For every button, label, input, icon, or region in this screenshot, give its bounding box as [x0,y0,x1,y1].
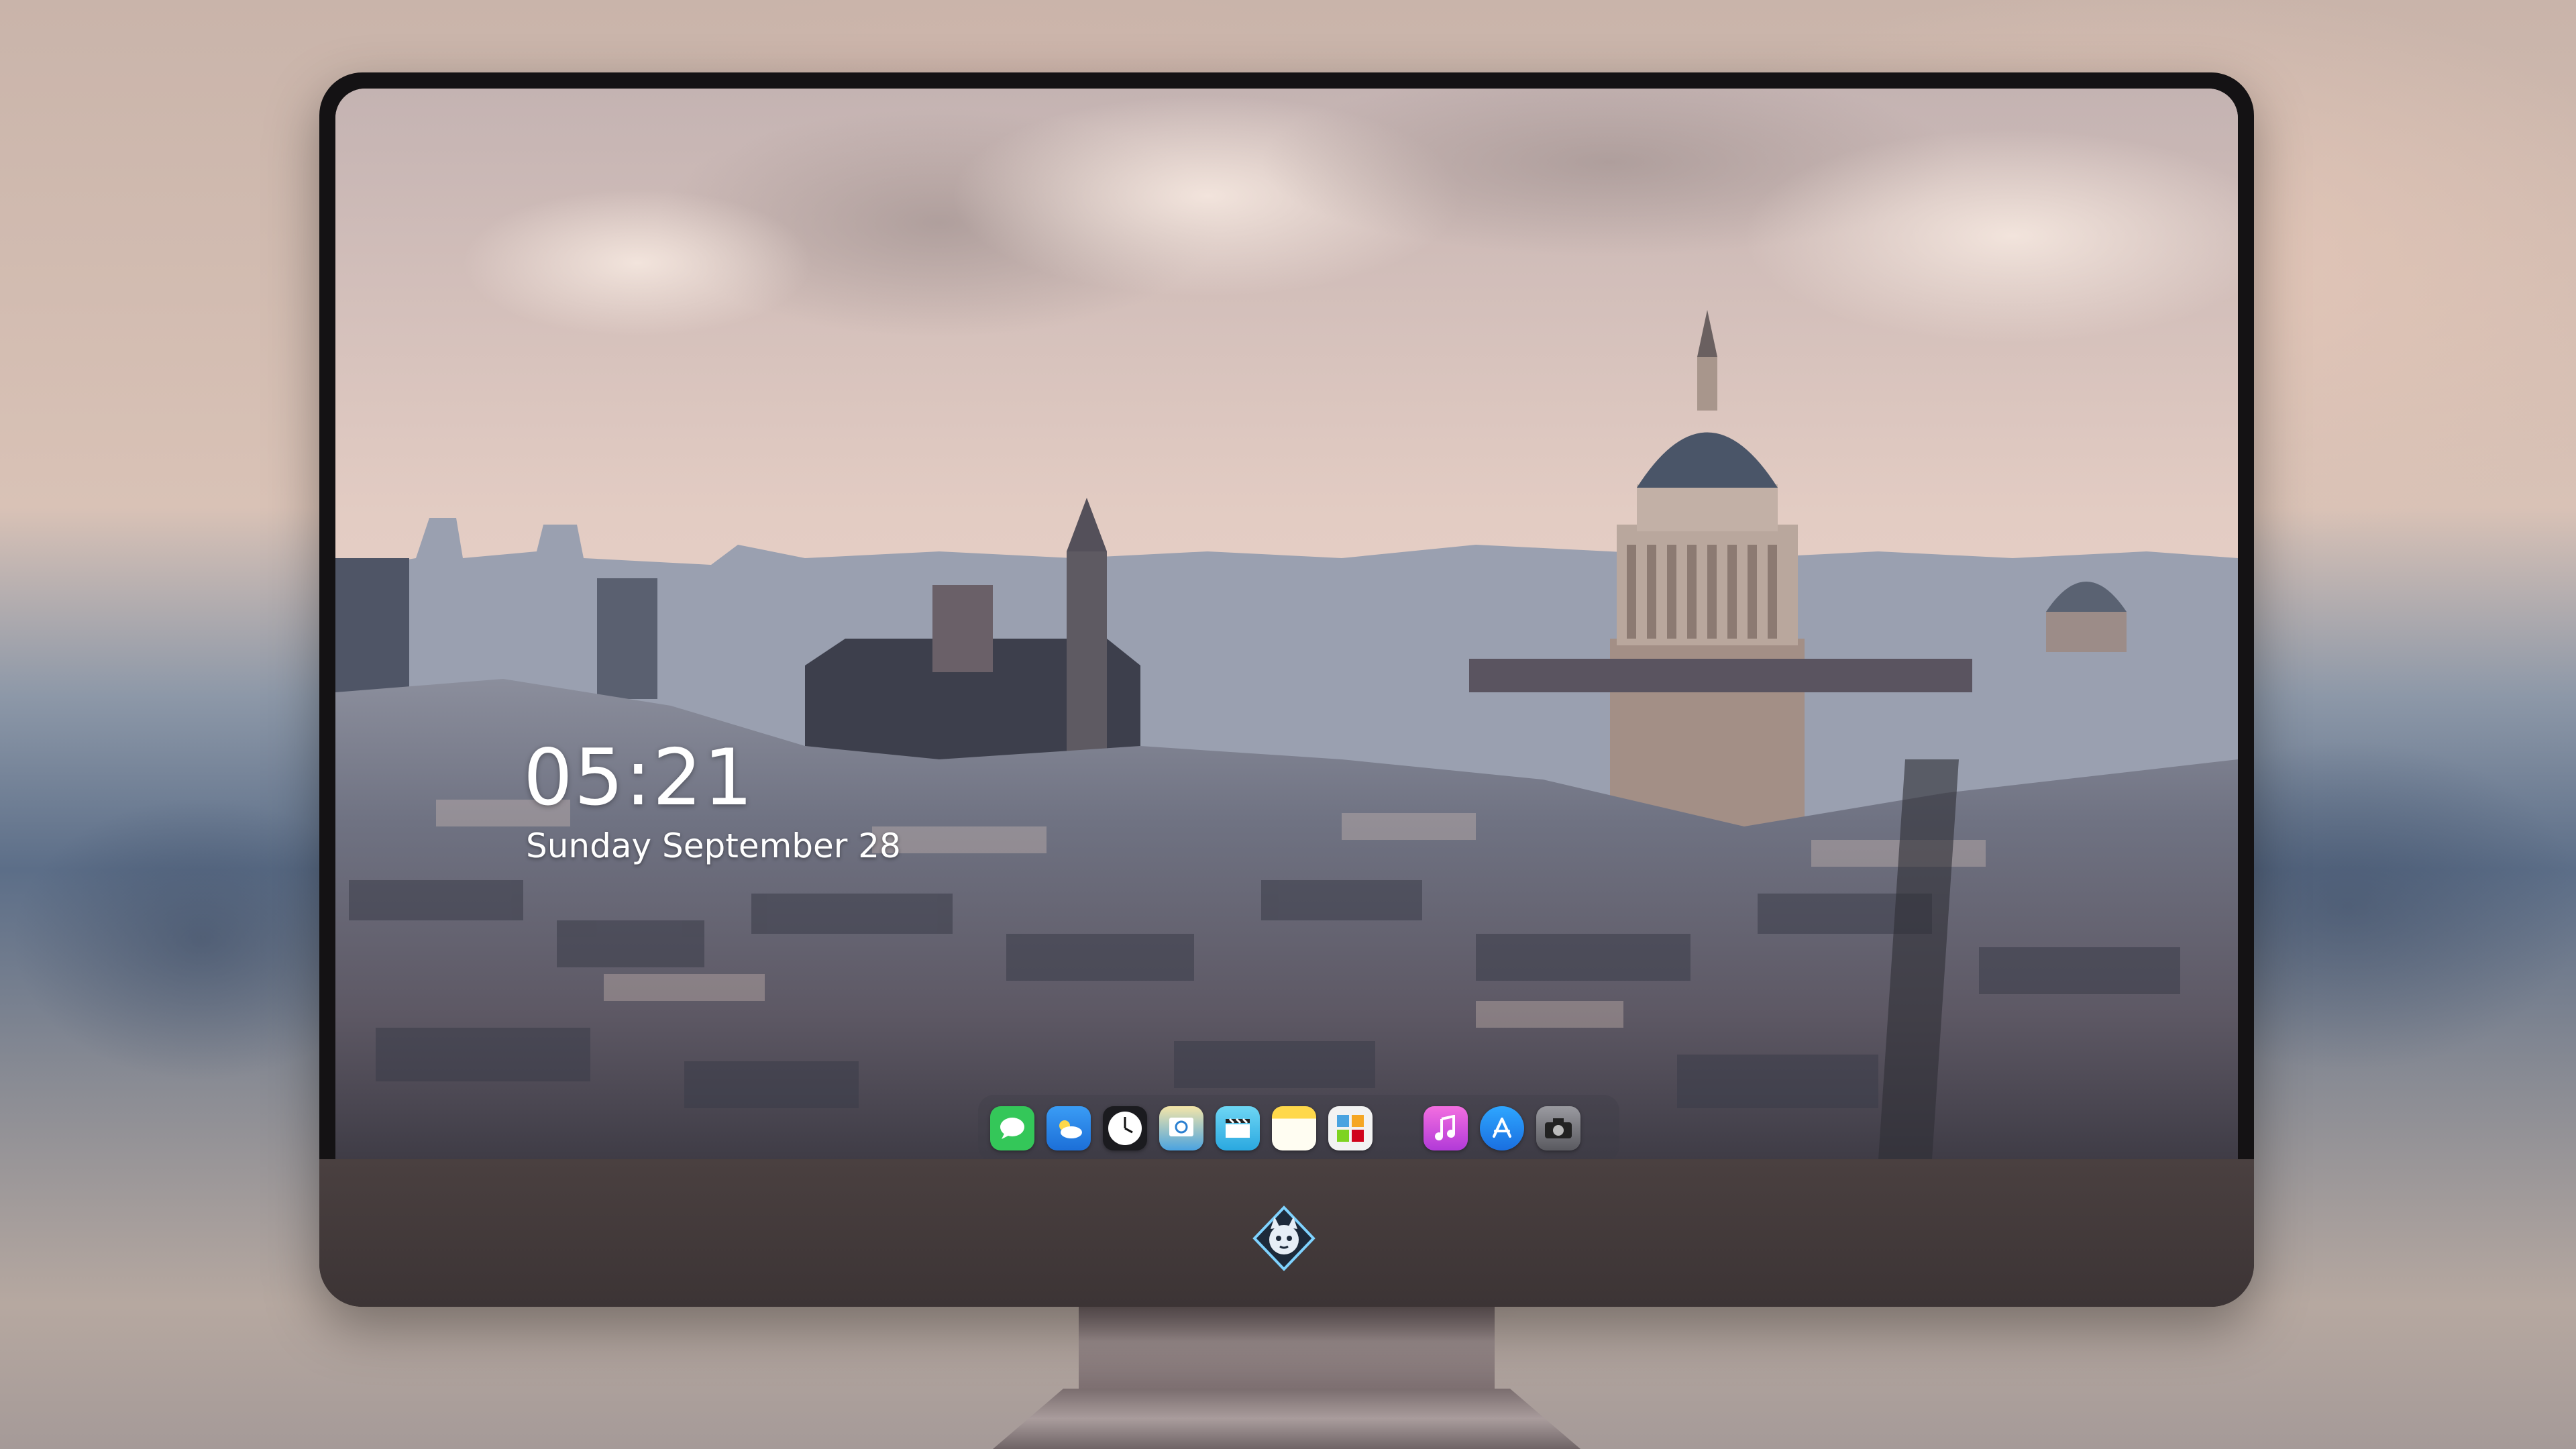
app-store-icon[interactable] [1480,1106,1524,1150]
preview-icon[interactable] [1159,1106,1203,1150]
weather-icon[interactable] [1046,1106,1091,1150]
photos-icon[interactable] [1328,1106,1373,1150]
mascot-logo-icon [1252,1205,1316,1271]
camera-icon[interactable] [1536,1106,1580,1150]
monitor-stand-neck [1079,1307,1495,1394]
lock-clock: 05:21 [523,733,755,823]
clock-icon[interactable] [1103,1106,1147,1150]
music-icon[interactable] [1424,1106,1468,1150]
wallpaper [335,89,2238,1159]
lock-date: Sunday September 28 [526,826,901,865]
video-icon[interactable] [1216,1106,1260,1150]
dock [978,1095,1619,1159]
messages-icon[interactable] [990,1106,1034,1150]
notes-icon[interactable] [1272,1106,1316,1150]
monitor-stand-base [993,1389,1580,1449]
desktop-screen: 05:21 Sunday September 28 [335,89,2238,1159]
monitor-chin [319,1159,2254,1307]
monitor: 05:21 Sunday September 28 [319,72,2254,1307]
